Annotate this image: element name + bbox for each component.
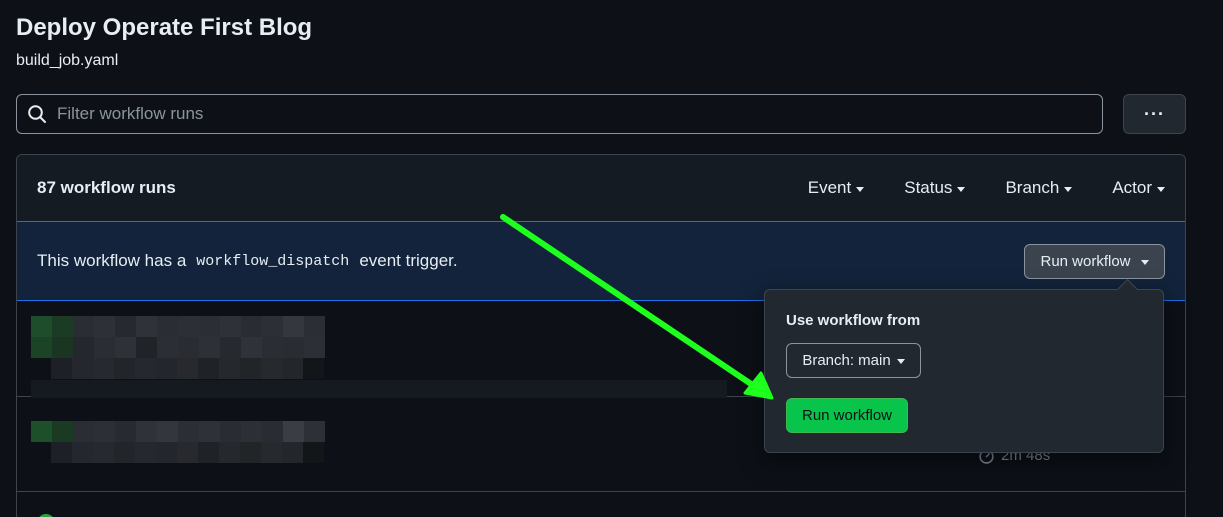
page-title: Deploy Operate First Blog [16, 14, 313, 41]
filter-event-dropdown[interactable]: Event [807, 178, 865, 198]
caret-down-icon [896, 359, 905, 364]
run-workflow-submit-label: Run workflow [801, 407, 893, 424]
runs-header: 87 workflow runs Event Status Branch Act… [17, 155, 1185, 222]
filter-status-dropdown[interactable]: Status [904, 178, 966, 198]
filter-runs-input[interactable] [57, 104, 1102, 124]
filter-event-label: Event [807, 178, 852, 197]
banner-prefix: This workflow has a [37, 251, 187, 270]
caret-down-icon [1064, 186, 1073, 192]
popover-title: Use workflow from [786, 312, 921, 329]
search-icon [17, 104, 57, 124]
redacted-details [31, 380, 727, 398]
caret-down-icon [856, 186, 865, 192]
redacted-title [31, 421, 325, 442]
run-workflow-popover: Use workflow from Branch: main Run workf… [764, 289, 1164, 453]
caret-down-icon [1157, 186, 1165, 192]
workflow-run-row[interactable] [17, 492, 1185, 517]
kebab-horizontal-icon: ··· [1144, 103, 1165, 124]
run-workflow-submit-button[interactable]: Run workflow [786, 398, 908, 433]
banner-code: workflow_dispatch [196, 252, 350, 270]
filter-branch-dropdown[interactable]: Branch [1005, 178, 1073, 198]
filter-status-label: Status [904, 178, 953, 197]
run-workflow-dropdown-label: Run workflow [1040, 252, 1131, 270]
caret-down-icon [957, 186, 966, 192]
redacted-meta [51, 442, 324, 463]
redacted-title-line2 [31, 337, 325, 358]
runs-filters: Event Status Branch Actor [768, 178, 1165, 198]
branch-select-button[interactable]: Branch: main [786, 343, 921, 378]
banner-text: This workflow has a workflow_dispatch ev… [37, 251, 458, 271]
run-workflow-dropdown-button[interactable]: Run workflow [1024, 243, 1165, 279]
redacted-title [31, 316, 325, 337]
filter-runs-field[interactable] [16, 94, 1103, 134]
caret-down-icon [1140, 259, 1149, 265]
filter-actor-dropdown[interactable]: Actor [1112, 178, 1165, 198]
more-options-button[interactable]: ··· [1123, 94, 1186, 134]
banner-suffix: event trigger. [359, 251, 458, 270]
redacted-meta [51, 358, 324, 379]
branch-select-label: Branch: main [802, 352, 891, 369]
filter-branch-label: Branch [1005, 178, 1060, 197]
runs-count: 87 workflow runs [37, 178, 176, 197]
workflow-file-name[interactable]: build_job.yaml [16, 52, 118, 70]
filter-actor-label: Actor [1112, 178, 1152, 197]
